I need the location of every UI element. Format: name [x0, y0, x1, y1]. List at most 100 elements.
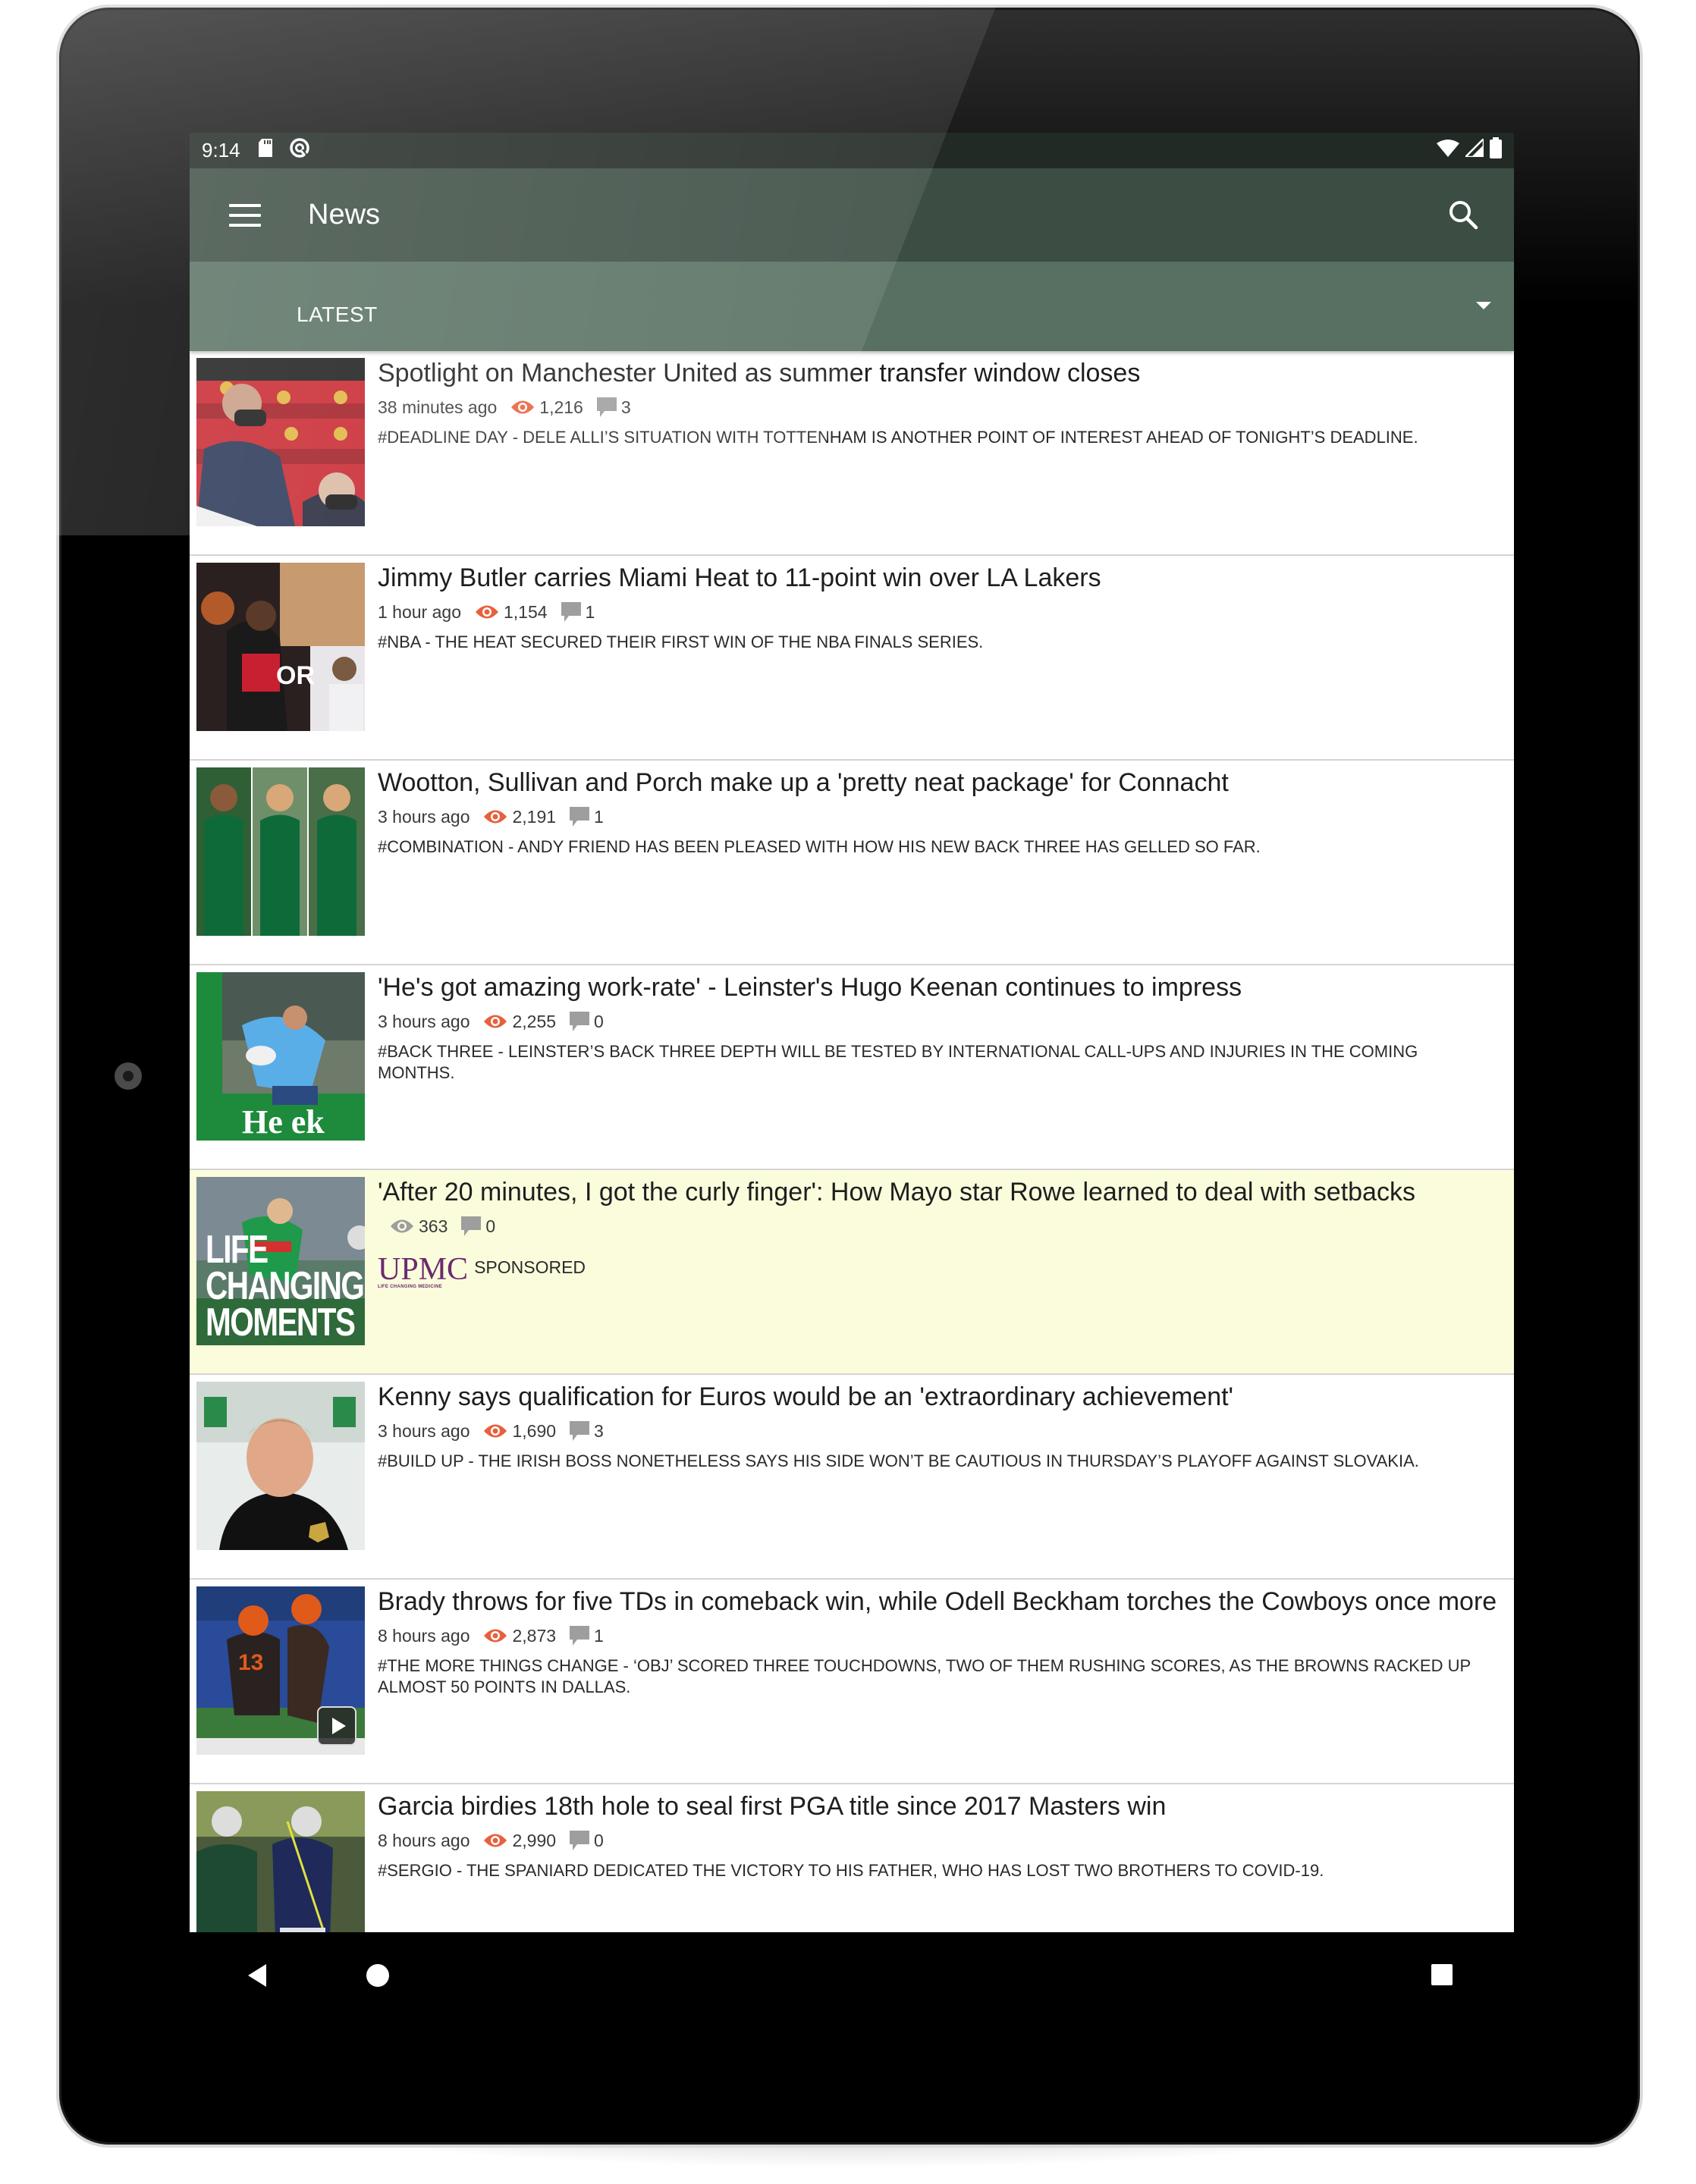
news-list-item[interactable]: Wootton, Sullivan and Porch make up a 'p… — [190, 761, 1514, 965]
comments-icon — [570, 807, 590, 827]
article-thumbnail[interactable]: 13 — [196, 1586, 365, 1755]
article-tagline: #THE MORE THINGS CHANGE - ‘OBJ’ SCORED T… — [378, 1656, 1471, 1696]
views-icon — [391, 1219, 413, 1233]
comments-icon — [570, 1831, 590, 1850]
article-tagline: #SERGIO - THE SPANIARD DEDICATED THE VIC… — [378, 1861, 1324, 1880]
comments-icon — [561, 602, 581, 622]
news-list-item[interactable]: Kenny says qualification for Euros would… — [190, 1375, 1514, 1580]
view-count: 2,990 — [512, 1830, 557, 1850]
article-headline[interactable]: Jimmy Butler carries Miami Heat to 11-po… — [378, 562, 1499, 594]
article-thumbnail[interactable] — [196, 1382, 365, 1550]
article-thumbnail[interactable] — [196, 767, 365, 936]
comments-icon — [570, 1626, 590, 1646]
comments-icon — [570, 1421, 590, 1441]
article-tagline: #NBA - THE HEAT SECURED THEIR FIRST WIN … — [378, 632, 984, 651]
news-list-item[interactable]: 13 Brady throws for five TDs in comeback… — [190, 1580, 1514, 1784]
view-count: 363 — [419, 1216, 448, 1236]
news-list-item[interactable]: He ek 'He's got amazing work-rate' - Lei… — [190, 965, 1514, 1170]
status-bar: 9:14 — [190, 133, 1514, 168]
time-ago: 8 hours ago — [378, 1625, 470, 1646]
article-headline[interactable]: Spotlight on Manchester United as summer… — [378, 357, 1499, 389]
article-tagline: #BACK THREE - LEINSTER’S BACK THREE DEPT… — [378, 1042, 1418, 1082]
cell-signal-icon — [1462, 136, 1485, 162]
news-list[interactable]: Spotlight on Manchester United as summer… — [190, 351, 1514, 1932]
category-dropdown[interactable]: LATEST — [190, 262, 1514, 351]
views-icon — [484, 1629, 507, 1643]
svg-text:13: 13 — [238, 1650, 263, 1675]
article-tagline: #DEADLINE DAY - DELE ALLI’S SITUATION WI… — [378, 428, 1418, 447]
article-headline[interactable]: 'He's got amazing work-rate' - Leinster'… — [378, 971, 1499, 1003]
article-meta: 3 hours ago 1,690 3 — [378, 1419, 1499, 1443]
sponsor-line: UPMC LIFE CHANGING MEDICINE SPONSORED — [378, 1254, 1499, 1290]
article-headline[interactable]: Kenny says qualification for Euros would… — [378, 1381, 1499, 1413]
view-count: 1,216 — [539, 397, 583, 417]
view-count: 2,191 — [512, 806, 557, 827]
data-saver-icon — [289, 137, 310, 164]
sponsored-list-item[interactable]: LIFE CHANGING MOMENTS 'After 20 minutes,… — [190, 1170, 1514, 1375]
system-nav-bar — [190, 1932, 1514, 2016]
article-headline[interactable]: Wootton, Sullivan and Porch make up a 'p… — [378, 767, 1499, 799]
views-icon — [484, 1015, 507, 1028]
article-meta: 8 hours ago 2,990 0 — [378, 1828, 1499, 1853]
article-tagline: #BUILD UP - THE IRISH BOSS NONETHELESS S… — [378, 1451, 1419, 1470]
comment-count: 0 — [594, 1830, 604, 1850]
article-headline[interactable]: Garcia birdies 18th hole to seal first P… — [378, 1790, 1499, 1822]
view-count: 1,690 — [512, 1420, 557, 1441]
comment-count: 0 — [485, 1216, 496, 1236]
article-meta: 3 hours ago 2,191 1 — [378, 805, 1499, 829]
screen: 9:14 News LATEST Spotlight on Manchester… — [190, 133, 1514, 1932]
comment-count: 1 — [585, 601, 595, 622]
time-ago: 3 hours ago — [378, 1420, 470, 1441]
svg-text:OR: OR — [276, 661, 315, 690]
comment-count: 1 — [594, 1625, 604, 1646]
article-thumbnail[interactable] — [196, 358, 365, 526]
comments-icon — [461, 1216, 482, 1236]
battery-icon — [1490, 137, 1502, 164]
comment-count: 0 — [594, 1011, 604, 1031]
dropdown-arrow-icon[interactable] — [1476, 302, 1491, 309]
comment-count: 3 — [620, 397, 631, 417]
video-play-icon[interactable] — [317, 1706, 356, 1746]
article-meta: 38 minutes ago 1,216 3 — [378, 395, 1499, 419]
comment-count: 3 — [594, 1420, 604, 1441]
back-icon[interactable] — [248, 1964, 266, 1987]
time-ago: 3 hours ago — [378, 806, 470, 827]
view-count: 2,873 — [512, 1625, 557, 1646]
views-icon — [484, 810, 507, 824]
time-ago: 1 hour ago — [378, 601, 461, 622]
news-list-item[interactable]: Spotlight on Manchester United as summer… — [190, 351, 1514, 556]
article-meta: 3 hours ago 2,255 0 — [378, 1009, 1499, 1034]
sponsor-logo[interactable]: UPMC LIFE CHANGING MEDICINE — [378, 1254, 468, 1290]
hamburger-menu-icon[interactable] — [229, 203, 261, 227]
views-icon — [475, 605, 498, 619]
article-tagline: #COMBINATION - ANDY FRIEND HAS BEEN PLEA… — [378, 837, 1261, 856]
view-count: 2,255 — [512, 1011, 557, 1031]
page-title: News — [308, 199, 381, 231]
time-ago: 38 minutes ago — [378, 397, 498, 417]
time-ago: 8 hours ago — [378, 1830, 470, 1850]
home-icon[interactable] — [366, 1964, 389, 1987]
time-ago: 3 hours ago — [378, 1011, 470, 1031]
status-time: 9:14 — [202, 139, 240, 162]
recents-icon[interactable] — [1431, 1964, 1453, 1985]
article-thumbnail[interactable]: He ek — [196, 972, 365, 1141]
view-count: 1,154 — [503, 601, 548, 622]
news-list-item[interactable]: OR Jimmy Butler carries Miami Heat to 11… — [190, 556, 1514, 761]
article-headline[interactable]: 'After 20 minutes, I got the curly finge… — [378, 1176, 1499, 1208]
selected-category[interactable]: LATEST — [297, 303, 378, 327]
svg-text:He ek: He ek — [242, 1103, 325, 1141]
news-list-item[interactable]: Garcia birdies 18th hole to seal first P… — [190, 1784, 1514, 1932]
views-icon — [484, 1834, 507, 1847]
comment-count: 1 — [594, 806, 604, 827]
sd-card-icon — [258, 139, 272, 162]
article-thumbnail[interactable] — [196, 1791, 365, 1932]
comments-icon — [570, 1012, 590, 1031]
app-toolbar: News — [190, 168, 1514, 262]
wifi-icon — [1437, 139, 1459, 162]
search-icon[interactable] — [1447, 199, 1481, 232]
sponsored-label: SPONSORED — [474, 1257, 586, 1277]
sponsored-thumbnail[interactable]: LIFE CHANGING MOMENTS — [196, 1177, 365, 1345]
article-thumbnail[interactable]: OR — [196, 563, 365, 731]
article-headline[interactable]: Brady throws for five TDs in comeback wi… — [378, 1586, 1499, 1618]
article-meta: 1 hour ago 1,154 1 — [378, 600, 1499, 624]
